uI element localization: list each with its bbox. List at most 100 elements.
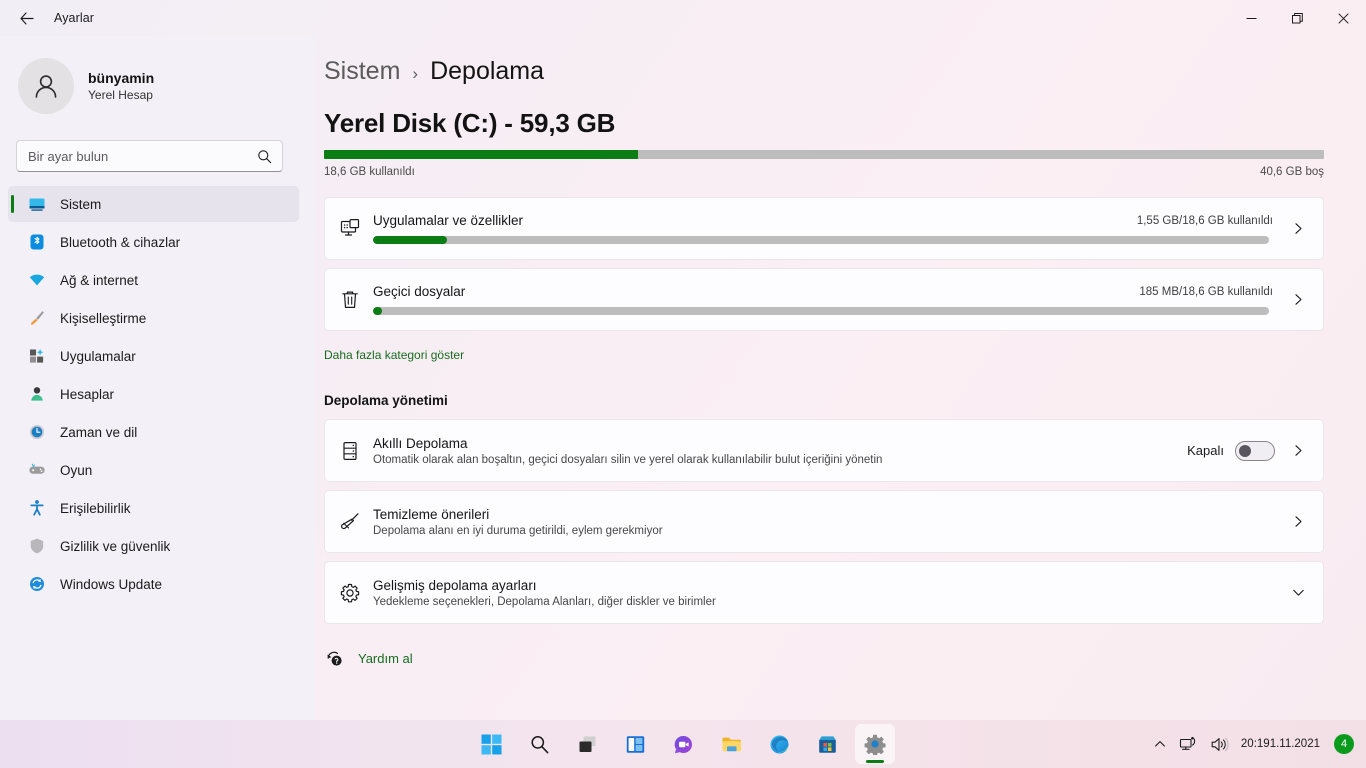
minimize-button[interactable] <box>1228 0 1274 36</box>
management-subtitle: Yedekleme seçenekleri, Depolama Alanları… <box>373 595 716 608</box>
apps-monitor-icon <box>339 218 373 240</box>
page-title: Depolama <box>430 57 545 85</box>
chevron-right-icon[interactable] <box>1287 515 1309 528</box>
help-question-icon <box>324 648 344 668</box>
management-title: Temizleme önerileri <box>373 506 490 522</box>
category-usage-fill <box>373 236 448 244</box>
help-link[interactable]: Yardım al <box>358 651 413 666</box>
gear-icon <box>864 734 886 755</box>
sidebar-item-accounts[interactable]: Hesaplar <box>8 376 299 412</box>
broom-icon <box>339 511 373 533</box>
chevron-down-icon[interactable] <box>1287 586 1309 599</box>
sidebar-item-label: Zaman ve dil <box>60 424 138 440</box>
taskbar-file-explorer-button[interactable] <box>711 724 751 764</box>
sidebar-item-label: Ağ & internet <box>60 272 139 288</box>
category-usage: 1,55 GB/18,6 GB kullanıldı <box>1136 214 1273 227</box>
person-avatar-icon <box>35 75 57 98</box>
back-arrow-icon <box>19 11 34 25</box>
storage-category-card[interactable]: Geçici dosyalar 185 MB/18,6 GB kullanıld… <box>324 268 1324 331</box>
sidebar-item-personalization[interactable]: Kişiselleştirme <box>8 300 299 336</box>
sidebar-item-network[interactable]: Ağ & internet <box>8 262 299 298</box>
sidebar-nav: Sistem Bluetooth & cihazlar Ağ & interne… <box>0 186 315 602</box>
storage-sense-toggle-group[interactable]: Kapalı <box>1187 440 1287 461</box>
taskbar-task-view-button[interactable] <box>567 724 607 764</box>
store-icon <box>818 735 836 753</box>
tray-clock[interactable]: 20:19 1.11.2021 <box>1235 724 1326 764</box>
taskbar-chat-button[interactable] <box>663 724 703 764</box>
taskbar-widgets-button[interactable] <box>615 724 655 764</box>
chevron-up-icon <box>1154 741 1165 747</box>
account-name: bünyamin <box>88 69 155 86</box>
sidebar-item-privacy[interactable]: Gizlilik ve güvenlik <box>8 528 299 564</box>
search-input[interactable] <box>17 141 282 171</box>
tray-expand-button[interactable] <box>1147 724 1173 764</box>
help-row[interactable]: Yardım al <box>324 648 1366 668</box>
update-icon <box>28 575 46 593</box>
close-button[interactable] <box>1320 0 1366 36</box>
tray-network-button[interactable] <box>1173 724 1204 764</box>
storage-sense-toggle[interactable] <box>1235 440 1275 461</box>
sidebar-item-time-language[interactable]: Zaman ve dil <box>8 414 299 450</box>
sidebar-item-windows-update[interactable]: Windows Update <box>8 566 299 602</box>
taskbar: 20:19 1.11.2021 4 <box>0 720 1366 768</box>
breadcrumb-parent[interactable]: Sistem <box>324 57 400 86</box>
gear-icon <box>339 582 373 604</box>
taskbar-store-button[interactable] <box>807 724 847 764</box>
category-title: Uygulamalar ve özellikler <box>373 213 524 228</box>
taskbar-edge-button[interactable] <box>759 724 799 764</box>
sidebar-item-gaming[interactable]: Oyun <box>8 452 299 488</box>
sidebar-item-label: Gizlilik ve güvenlik <box>60 538 171 554</box>
chevron-right-icon[interactable] <box>1287 222 1309 235</box>
edge-icon <box>770 735 789 753</box>
category-usage-bar <box>373 307 1269 315</box>
disk-free-label: 40,6 GB boş <box>1260 166 1324 178</box>
storage-category-card[interactable]: Uygulamalar ve özellikler 1,55 GB/18,6 G… <box>324 197 1324 260</box>
chat-icon <box>674 735 692 753</box>
management-title: Gelişmiş depolama ayarları <box>373 577 537 593</box>
taskbar-settings-button[interactable] <box>855 724 895 764</box>
advanced-storage-settings-card[interactable]: Gelişmiş depolama ayarları Yedekleme seç… <box>324 561 1324 624</box>
account-subtitle: Yerel Hesap <box>88 87 153 102</box>
trash-icon <box>339 289 373 311</box>
search-icon <box>530 735 548 753</box>
sidebar-item-label: Windows Update <box>60 576 163 592</box>
sidebar-item-label: Uygulamalar <box>60 348 136 364</box>
management-subtitle: Depolama alanı en iyi duruma getirildi, … <box>373 524 663 537</box>
storage-drive-icon <box>339 440 373 462</box>
storage-sense-card[interactable]: Akıllı Depolama Otomatik olarak alan boş… <box>324 419 1324 482</box>
search-box[interactable] <box>16 140 283 172</box>
clock-icon <box>28 423 46 441</box>
taskbar-search-button[interactable] <box>519 724 559 764</box>
disk-usage-labels: 18,6 GB kullanıldı 40,6 GB boş <box>324 166 1324 178</box>
sidebar-item-sistem[interactable]: Sistem <box>8 186 299 222</box>
sidebar-item-apps[interactable]: Uygulamalar <box>8 338 299 374</box>
cleanup-recommendations-card[interactable]: Temizleme önerileri Depolama alanı en iy… <box>324 490 1324 553</box>
gamepad-icon <box>28 461 46 479</box>
system-tray: 20:19 1.11.2021 4 <box>1147 720 1358 768</box>
sidebar-item-accessibility[interactable]: Erişilebilirlik <box>8 490 299 526</box>
apps-icon <box>28 347 46 365</box>
search-icon <box>257 149 272 169</box>
folder-icon <box>722 737 741 751</box>
toggle-state-label: Kapalı <box>1187 443 1224 458</box>
avatar <box>18 58 74 114</box>
show-more-categories-link[interactable]: Daha fazla kategori göster <box>324 348 464 362</box>
toggle-knob <box>1239 444 1251 457</box>
notification-badge[interactable]: 4 <box>1334 734 1354 754</box>
management-title: Akıllı Depolama <box>373 435 468 451</box>
chevron-right-icon[interactable] <box>1287 293 1309 306</box>
bluetooth-icon <box>28 233 46 251</box>
sidebar-item-bluetooth[interactable]: Bluetooth & cihazlar <box>8 224 299 260</box>
maximize-button[interactable] <box>1274 0 1320 36</box>
chevron-right-icon[interactable] <box>1287 444 1309 457</box>
settings-window: Ayarlar bünyamin Yerel Hesap Bir ayar bu… <box>0 0 1366 720</box>
category-usage: 185 MB/18,6 GB kullanıldı <box>1139 285 1273 298</box>
back-button[interactable] <box>6 3 46 33</box>
accessibility-icon <box>28 499 46 517</box>
app-title: Ayarlar <box>54 11 95 25</box>
taskbar-start-button[interactable] <box>471 724 511 764</box>
tray-volume-button[interactable] <box>1204 724 1235 764</box>
disk-usage-fill <box>324 150 638 159</box>
account-block[interactable]: bünyamin Yerel Hesap <box>18 58 315 114</box>
management-subtitle: Otomatik olarak alan boşaltın, geçici do… <box>373 453 883 466</box>
